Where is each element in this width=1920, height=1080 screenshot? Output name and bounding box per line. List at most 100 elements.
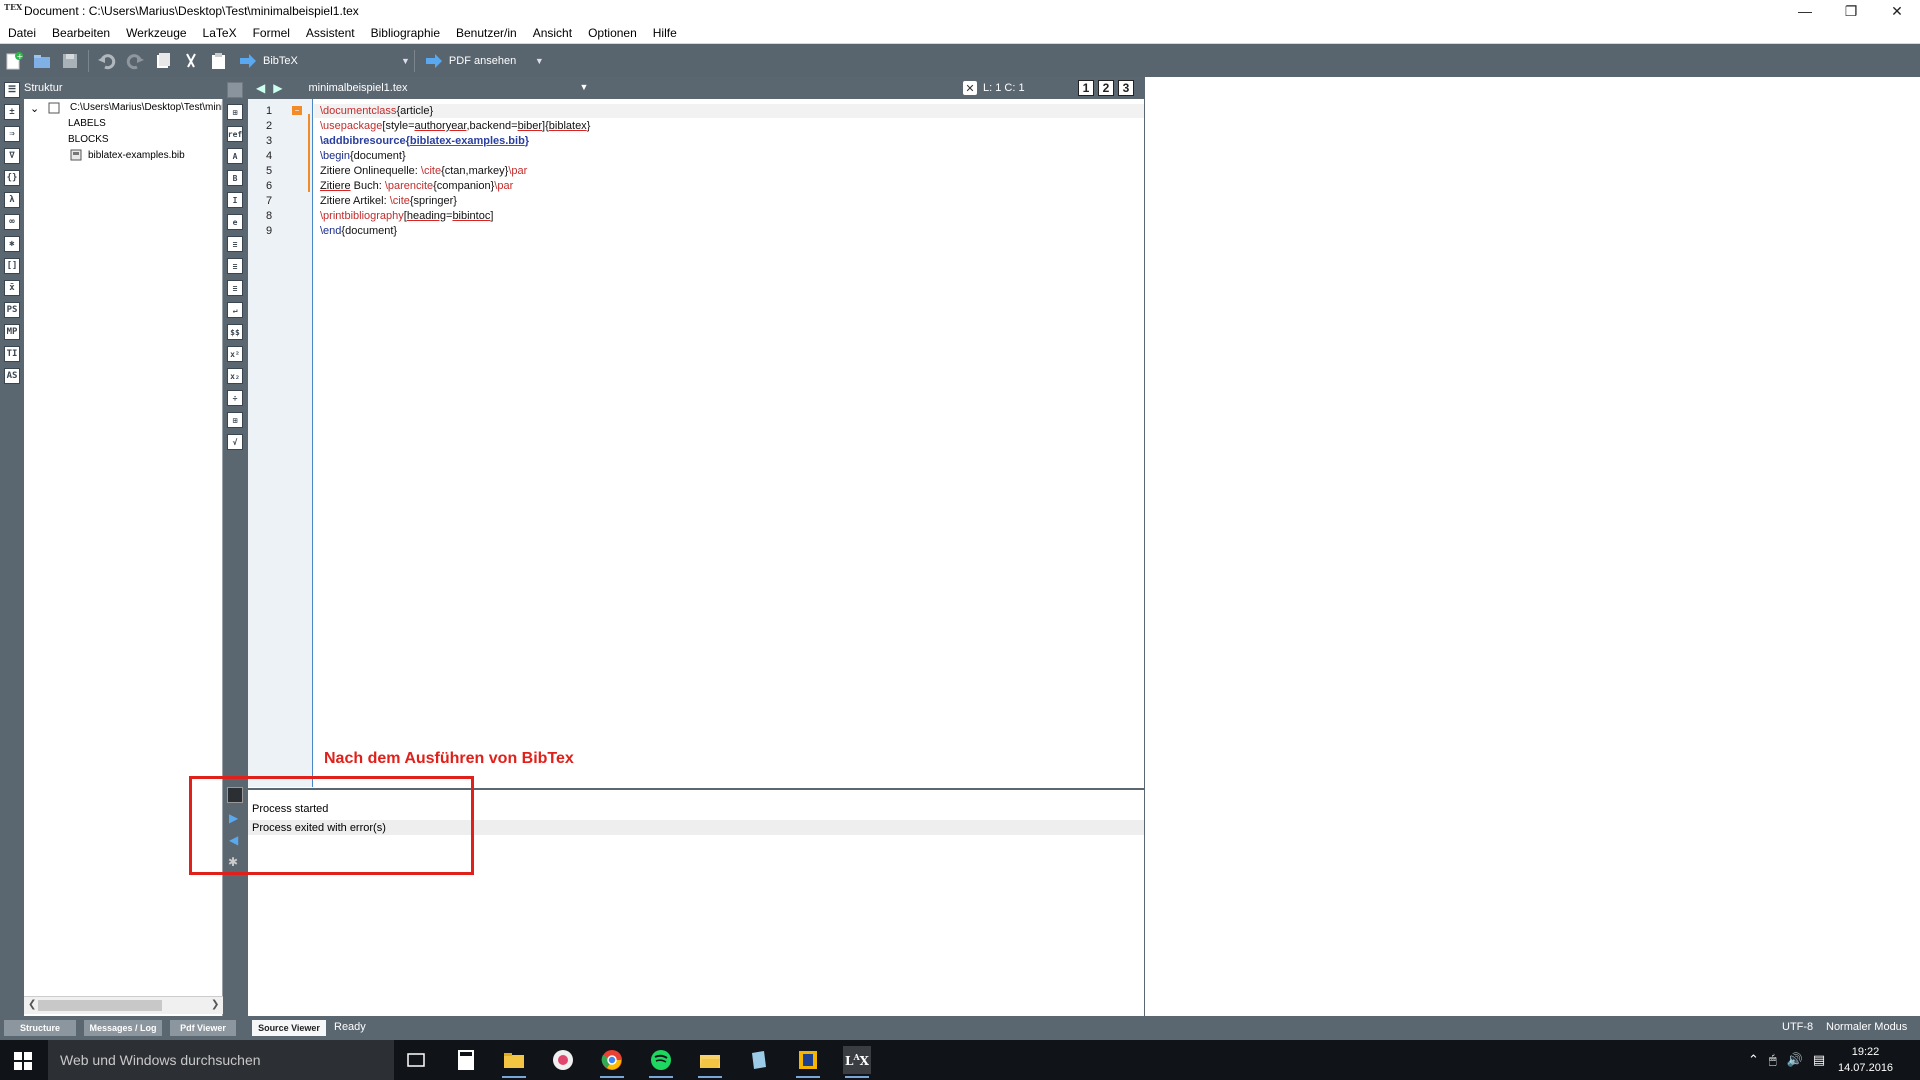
close-button[interactable]: ✕ <box>1874 0 1920 22</box>
relation-symbols-icon[interactable]: ± <box>4 104 20 120</box>
save-icon[interactable] <box>59 50 81 72</box>
emphasis-icon[interactable]: e <box>227 214 243 230</box>
mode-indicator[interactable]: Normaler Modus <box>1826 1021 1907 1033</box>
menu-assistent[interactable]: Assistent <box>298 26 363 40</box>
menu-optionen[interactable]: Optionen <box>580 26 645 40</box>
menu-datei[interactable]: Datei <box>0 26 44 40</box>
greek-letters-icon[interactable]: λ <box>4 192 20 208</box>
code-line[interactable]: \documentclass{article} <box>320 105 433 117</box>
structure-toggle-icon[interactable] <box>227 82 243 98</box>
action-center-icon[interactable]: ▤ <box>1813 1052 1825 1068</box>
calculator-icon[interactable] <box>452 1046 480 1074</box>
folder-icon[interactable] <box>696 1046 724 1078</box>
pdf-viewer-tab-button[interactable]: Pdf Viewer <box>170 1020 236 1036</box>
scroll-right-icon[interactable]: ❯ <box>211 999 219 1010</box>
view-arrow-icon[interactable] <box>425 52 443 70</box>
section-icon[interactable]: ⊞ <box>227 104 243 120</box>
subscript-icon[interactable]: x₂ <box>227 368 243 384</box>
view-combo[interactable]: PDF ansehen ▼ <box>425 50 544 72</box>
close-document-icon[interactable]: ✕ <box>963 81 977 95</box>
menu-formel[interactable]: Formel <box>245 26 298 40</box>
align-left-icon[interactable]: ≡ <box>227 236 243 252</box>
view-3-button[interactable]: 3 <box>1118 80 1134 96</box>
paste-icon[interactable] <box>208 50 230 72</box>
open-file-icon[interactable] <box>31 50 53 72</box>
taskbar-search-input[interactable]: Web und Windows durchsuchen <box>48 1040 394 1080</box>
menu-bibliographie[interactable]: Bibliographie <box>363 26 448 40</box>
misc-symbols-icon[interactable]: ∇ <box>4 148 20 164</box>
superscript-icon[interactable]: x² <box>227 346 243 362</box>
code-editor[interactable]: \documentclass{article} \usepackage[style… <box>314 99 1144 787</box>
volume-icon[interactable]: 🔊 <box>1787 1052 1803 1068</box>
menu-latex[interactable]: LaTeX <box>195 26 245 40</box>
new-file-icon[interactable]: + <box>3 50 25 72</box>
tree-labels[interactable]: LABELS <box>68 118 106 129</box>
network-icon[interactable]: 🖱 <box>1769 1052 1777 1068</box>
most-used-symbols-icon[interactable]: ∞ <box>4 214 20 230</box>
pstricks-icon[interactable]: PS <box>4 302 20 318</box>
code-line[interactable]: \printbibliography[heading=bibintoc] <box>320 210 493 222</box>
view-2-button[interactable]: 2 <box>1098 80 1114 96</box>
menu-ansicht[interactable]: Ansicht <box>525 26 580 40</box>
next-document-icon[interactable]: ▶ <box>273 81 282 95</box>
code-line[interactable]: Zitiere Artikel: \cite{springer} <box>320 195 457 207</box>
code-line[interactable]: \begin{document} <box>320 150 406 162</box>
label-icon[interactable]: A <box>227 148 243 164</box>
structure-horizontal-scrollbar[interactable]: ❮ ❯ <box>24 996 223 1014</box>
code-line[interactable]: Zitiere Buch: \parencite{companion}\par <box>320 180 513 192</box>
run-arrow-icon[interactable] <box>239 52 257 70</box>
ref-icon[interactable]: ref <box>227 126 243 142</box>
scrollbar-thumb[interactable] <box>38 1000 162 1011</box>
fold-toggle-icon[interactable]: − <box>292 106 302 115</box>
copy-icon[interactable] <box>152 50 174 72</box>
itunes-icon[interactable] <box>549 1046 577 1074</box>
windows-start-icon[interactable] <box>14 1052 32 1070</box>
chrome-icon[interactable] <box>598 1046 626 1078</box>
taskbar-clock[interactable]: 19:22 14.07.2016 <box>1838 1044 1893 1076</box>
build-combo[interactable]: BibTeX ▼ <box>239 50 410 72</box>
redo-icon[interactable] <box>124 50 146 72</box>
tree-root-file[interactable]: C:\Users\Marius\Desktop\Test\minimalbeis… <box>70 102 222 113</box>
tree-bib-file[interactable]: biblatex-examples.bib <box>88 150 185 161</box>
minimize-button[interactable]: — <box>1782 0 1828 22</box>
align-center-icon[interactable]: ≡ <box>227 258 243 274</box>
libreoffice-icon[interactable] <box>794 1046 822 1078</box>
delimiters-icon[interactable]: {} <box>4 170 20 186</box>
view-dropdown-icon[interactable]: ▼ <box>535 56 544 66</box>
fraction-icon[interactable]: ÷ <box>227 390 243 406</box>
matrix-icon[interactable]: ⊞ <box>227 412 243 428</box>
notepad-icon[interactable] <box>745 1046 773 1074</box>
code-line[interactable]: \usepackage[style=authoryear,backend=bib… <box>320 120 590 132</box>
previous-document-icon[interactable]: ◀ <box>256 81 265 95</box>
brackets-icon[interactable]: [] <box>4 258 20 274</box>
cut-icon[interactable] <box>180 50 202 72</box>
menu-benutzer[interactable]: Benutzer/in <box>448 26 525 40</box>
messages-log-tab-button[interactable]: Messages / Log <box>84 1020 162 1036</box>
encoding-indicator[interactable]: UTF-8 <box>1782 1021 1813 1033</box>
code-line[interactable]: \end{document} <box>320 225 397 237</box>
menu-bearbeiten[interactable]: Bearbeiten <box>44 26 118 40</box>
texmaker-taskbar-icon[interactable]: LAX <box>843 1046 871 1078</box>
chevron-down-icon[interactable]: ⌄ <box>30 102 39 115</box>
menu-werkzeuge[interactable]: Werkzeuge <box>118 26 194 40</box>
view-1-button[interactable]: 1 <box>1078 80 1094 96</box>
structure-tab-button[interactable]: Structure <box>4 1020 76 1036</box>
undo-icon[interactable] <box>96 50 118 72</box>
favorites-icon[interactable]: ✱ <box>4 236 20 252</box>
spotify-icon[interactable] <box>647 1046 675 1078</box>
align-right-icon[interactable]: ≡ <box>227 280 243 296</box>
accents-icon[interactable]: x̄ <box>4 280 20 296</box>
build-dropdown-icon[interactable]: ▼ <box>401 56 410 66</box>
task-view-icon[interactable] <box>402 1046 430 1074</box>
document-selector[interactable]: minimalbeispiel1.tex ▼ <box>308 82 588 94</box>
source-viewer-tab-button[interactable]: Source Viewer <box>252 1020 326 1036</box>
show-hidden-icons-icon[interactable]: ⌃ <box>1748 1052 1759 1068</box>
italic-icon[interactable]: I <box>227 192 243 208</box>
scroll-left-icon[interactable]: ❮ <box>28 999 36 1010</box>
bold-icon[interactable]: B <box>227 170 243 186</box>
math-mode-icon[interactable]: $$ <box>227 324 243 340</box>
new-line-icon[interactable]: ↵ <box>227 302 243 318</box>
tikz-icon[interactable]: TI <box>4 346 20 362</box>
metapost-icon[interactable]: MP <box>4 324 20 340</box>
arrow-symbols-icon[interactable]: ⇒ <box>4 126 20 142</box>
